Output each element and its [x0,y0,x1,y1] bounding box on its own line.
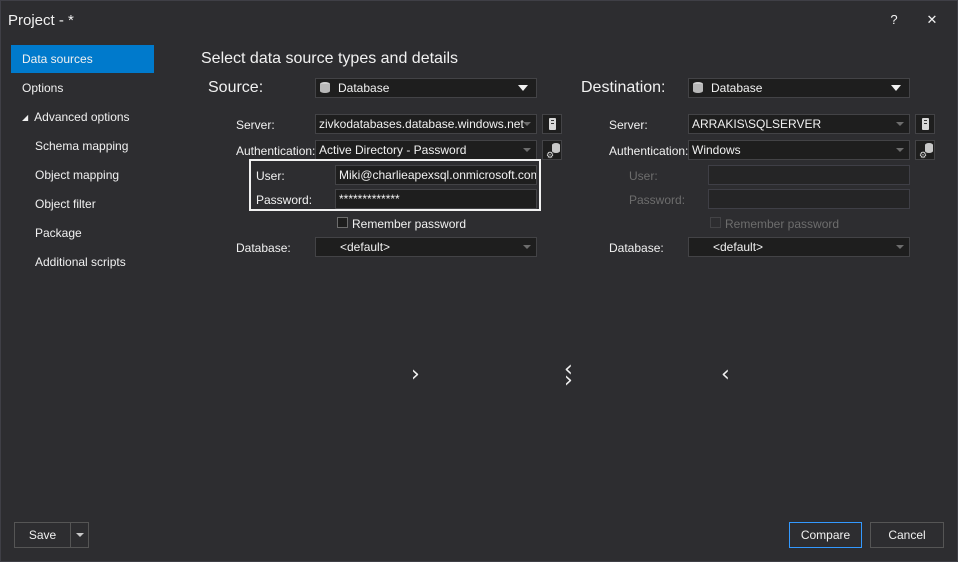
chevron-down-icon [896,122,904,126]
source-database-label: Database: [236,241,291,255]
server-icon [549,118,556,130]
destination-password-input[interactable] [708,189,910,209]
destination-password-label: Password: [629,193,686,207]
destination-database-label: Database: [609,241,664,255]
swap-right-chevron-icon: › [564,368,573,393]
database-settings-icon: ⚙ [546,143,562,160]
database-icon [320,82,330,94]
source-password-input[interactable]: ************* [335,189,537,209]
source-user-input[interactable]: Miki@charlieapexsql.onmicrosoft.com [335,165,537,185]
source-user-value: Miki@charlieapexsql.onmicrosoft.com [339,168,537,182]
destination-section-label: Destination: [581,79,666,96]
cancel-button[interactable]: Cancel [870,522,944,548]
source-section-label: Source: [208,79,264,96]
copy-to-source-button[interactable]: ‹ [721,362,730,387]
destination-type-select[interactable]: Database [688,78,910,98]
source-database-value: <default> [340,240,391,254]
save-dropdown-button[interactable] [70,522,89,548]
chevron-down-icon [896,148,904,152]
destination-auth-value: Windows [692,143,741,157]
chevron-down-icon [896,245,904,249]
source-remember-password-checkbox[interactable] [337,217,348,228]
sidebar-item-options[interactable]: Options [11,74,154,102]
save-button[interactable]: Save [14,522,71,548]
source-auth-select[interactable]: Active Directory - Password [315,140,537,160]
destination-user-label: User: [629,169,658,183]
chevron-down-icon [518,85,528,91]
source-type-value: Database [338,81,390,95]
sidebar-item-additional-scripts[interactable]: Additional scripts [11,248,154,276]
copy-to-destination-button[interactable]: › [411,362,420,387]
destination-server-browse-button[interactable] [915,114,935,134]
source-password-label: Password: [256,193,313,207]
source-auth-value: Active Directory - Password [319,143,467,157]
source-auth-label: Authentication: [236,144,316,158]
source-server-label: Server: [236,118,275,132]
sidebar-item-package[interactable]: Package [11,219,154,247]
destination-database-select[interactable]: <default> [688,237,910,257]
destination-server-select[interactable]: ARRAKIS\SQLSERVER [688,114,910,134]
destination-type-value: Database [711,81,763,95]
destination-auth-settings-button[interactable]: ⚙ [915,140,935,160]
compare-button[interactable]: Compare [789,522,862,548]
destination-user-input[interactable] [708,165,910,185]
window-title: Project - * [8,12,74,29]
source-password-value: ************* [339,192,400,206]
page-title: Select data source types and details [201,50,459,67]
database-icon [693,82,703,94]
close-icon[interactable]: ✕ [921,10,943,30]
source-server-browse-button[interactable] [542,114,562,134]
sidebar-item-object-mapping[interactable]: Object mapping [11,161,154,189]
sidebar-item-object-filter[interactable]: Object filter [11,190,154,218]
source-database-select[interactable]: <default> [315,237,537,257]
destination-auth-label: Authentication: [609,144,689,158]
sidebar-item-schema-mapping[interactable]: Schema mapping [11,132,154,160]
destination-remember-password-label: Remember password [725,217,840,231]
expand-triangle-icon: ◢ [22,113,29,122]
destination-server-value: ARRAKIS\SQLSERVER [692,117,822,131]
swap-source-destination-button[interactable]: ‹ › [564,357,580,394]
source-auth-settings-button[interactable]: ⚙ [542,140,562,160]
help-icon[interactable]: ? [883,10,905,30]
destination-auth-select[interactable]: Windows [688,140,910,160]
sidebar-item-advanced-options[interactable]: ◢ Advanced options [11,103,154,131]
destination-server-label: Server: [609,118,648,132]
source-remember-password-label: Remember password [352,217,467,231]
chevron-down-icon [523,122,531,126]
server-icon [922,118,929,130]
source-user-label: User: [256,169,285,183]
sidebar-item-label: Advanced options [34,110,130,124]
chevron-down-icon [523,148,531,152]
destination-database-value: <default> [713,240,764,254]
sidebar-item-data-sources[interactable]: Data sources [11,45,154,73]
source-server-select[interactable]: zivkodatabases.database.windows.net [315,114,537,134]
chevron-down-icon [76,533,84,537]
destination-remember-password-checkbox[interactable] [710,217,721,228]
database-settings-icon: ⚙ [919,143,935,160]
source-server-value: zivkodatabases.database.windows.net [319,117,524,131]
chevron-down-icon [891,85,901,91]
chevron-down-icon [523,245,531,249]
source-type-select[interactable]: Database [315,78,537,98]
